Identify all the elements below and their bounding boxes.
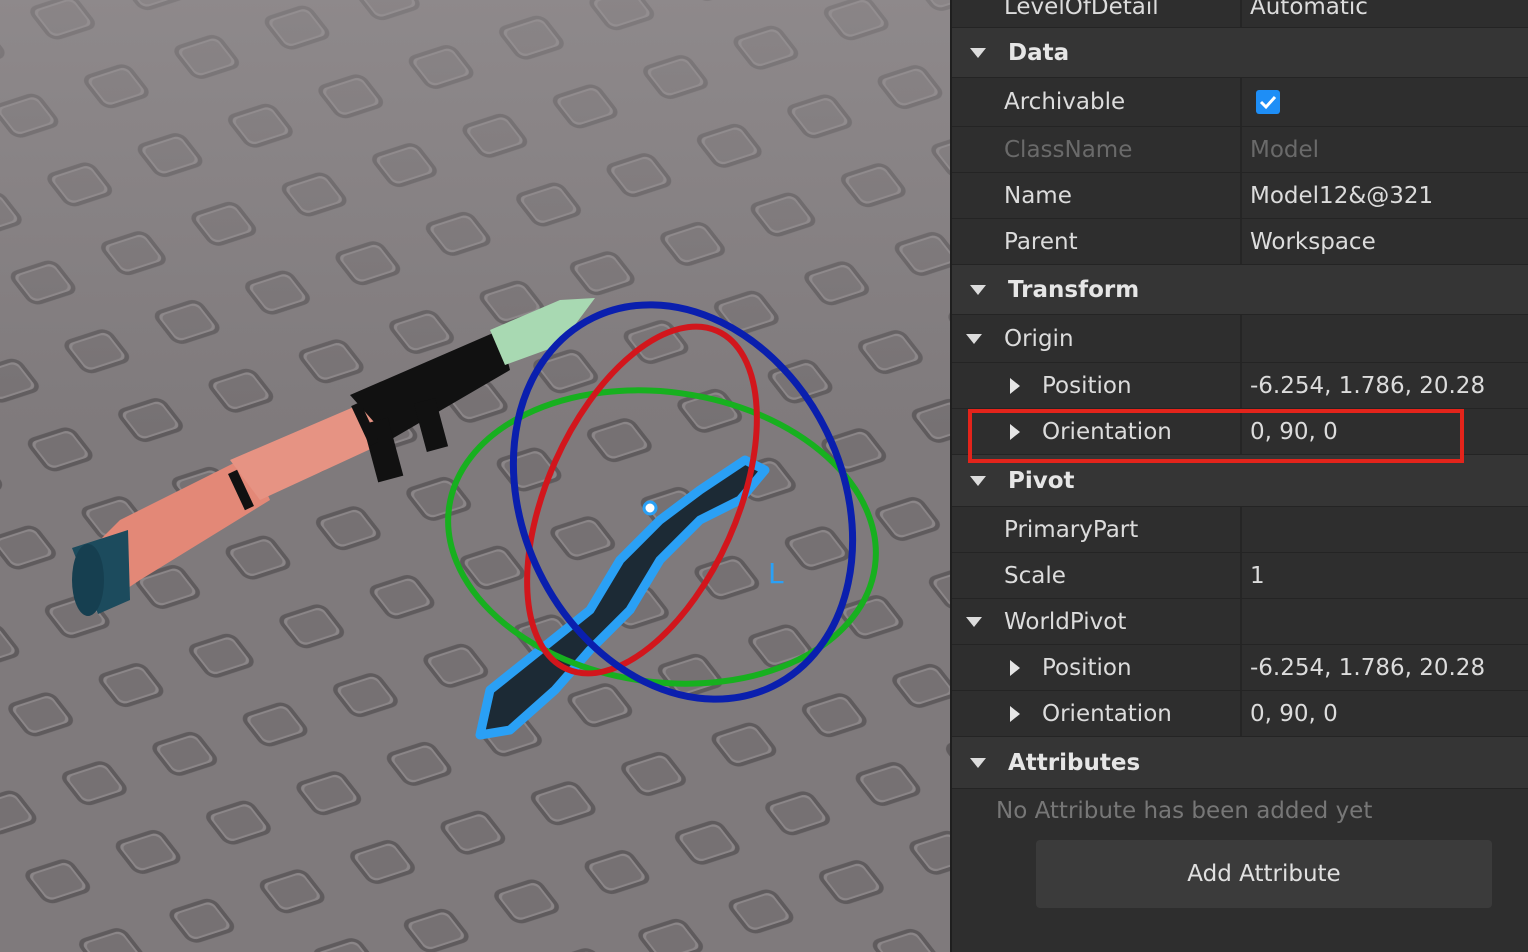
- no-attributes-message: No Attribute has been added yet: [996, 798, 1373, 824]
- property-value[interactable]: 1: [1250, 553, 1265, 598]
- expand-arrow-icon[interactable]: [1010, 706, 1020, 722]
- property-row-scale[interactable]: Scale 1: [952, 553, 1528, 599]
- add-attribute-button[interactable]: Add Attribute: [1036, 840, 1492, 908]
- section-title: Data: [1008, 39, 1070, 66]
- property-row-origin[interactable]: Origin: [952, 315, 1528, 363]
- property-name: PrimaryPart: [1004, 516, 1139, 543]
- property-name: WorldPivot: [1004, 608, 1127, 635]
- property-name: Position: [1042, 654, 1132, 681]
- property-value[interactable]: Automatic: [1250, 0, 1368, 27]
- expand-arrow-icon[interactable]: [1010, 378, 1020, 394]
- property-row-parent[interactable]: Parent Workspace: [952, 219, 1528, 265]
- property-row-name[interactable]: Name Model12&@321: [952, 173, 1528, 219]
- archivable-checkbox[interactable]: [1256, 90, 1280, 114]
- property-value[interactable]: Workspace: [1250, 219, 1376, 264]
- property-value[interactable]: 0, 90, 0: [1250, 691, 1338, 736]
- gizmo-label: L: [768, 557, 784, 590]
- section-transform[interactable]: Transform: [952, 265, 1528, 315]
- property-value: Model: [1250, 136, 1320, 163]
- property-row-primarypart[interactable]: PrimaryPart: [952, 507, 1528, 553]
- property-name: ClassName: [1004, 136, 1133, 163]
- property-row-levelofdetail[interactable]: LevelOfDetail Automatic: [952, 0, 1528, 28]
- property-name: Scale: [1004, 562, 1066, 589]
- collapse-arrow-icon[interactable]: [970, 758, 986, 768]
- property-name: Parent: [1004, 228, 1078, 255]
- properties-panel: LevelOfDetail Automatic Data Archivable …: [950, 0, 1528, 952]
- property-name: LevelOfDetail: [1004, 0, 1159, 20]
- property-name: Origin: [1004, 325, 1074, 352]
- property-row-origin-position[interactable]: Position -6.254, 1.786, 20.28: [952, 363, 1528, 409]
- section-data[interactable]: Data: [952, 28, 1528, 78]
- collapse-arrow-icon[interactable]: [970, 48, 986, 58]
- expand-arrow-icon[interactable]: [966, 334, 982, 344]
- property-row-classname: ClassName Model: [952, 127, 1528, 173]
- property-name: Archivable: [1004, 89, 1126, 115]
- expand-arrow-icon[interactable]: [1010, 660, 1020, 676]
- section-title: Transform: [1008, 276, 1140, 303]
- section-attributes[interactable]: Attributes: [952, 737, 1528, 789]
- collapse-arrow-icon[interactable]: [970, 285, 986, 295]
- property-row-worldpivot-position[interactable]: Position -6.254, 1.786, 20.28: [952, 645, 1528, 691]
- property-name: Orientation: [1042, 700, 1172, 727]
- property-value[interactable]: Model12&@321: [1250, 173, 1433, 218]
- collapse-arrow-icon[interactable]: [970, 476, 986, 486]
- orientation-highlight-box: [968, 409, 1464, 463]
- property-name: Position: [1042, 372, 1132, 399]
- property-value[interactable]: -6.254, 1.786, 20.28: [1250, 645, 1485, 690]
- viewport-3d[interactable]: L: [0, 0, 950, 952]
- scene: L: [0, 0, 950, 952]
- property-row-worldpivot[interactable]: WorldPivot: [952, 599, 1528, 645]
- property-row-worldpivot-orientation[interactable]: Orientation 0, 90, 0: [952, 691, 1528, 737]
- property-name: Name: [1004, 182, 1072, 209]
- expand-arrow-icon[interactable]: [966, 617, 982, 627]
- property-row-archivable[interactable]: Archivable: [952, 78, 1528, 127]
- check-icon: [1259, 95, 1277, 110]
- property-value[interactable]: -6.254, 1.786, 20.28: [1250, 363, 1485, 408]
- pivot-point: [642, 500, 658, 516]
- section-title: Attributes: [1008, 749, 1141, 776]
